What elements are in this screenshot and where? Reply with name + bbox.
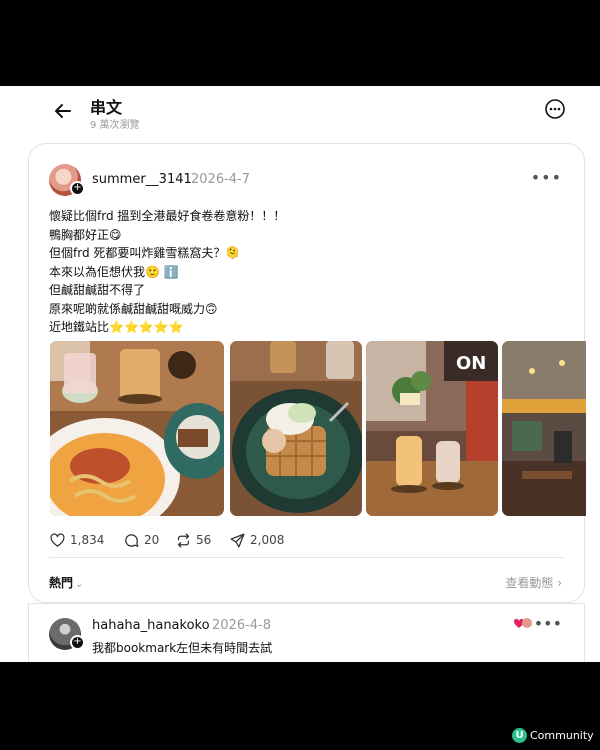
more-options-icon[interactable] [544,98,566,120]
page-title: 串文 [90,98,123,117]
post-actions: 1,834 20 56 2,008 [49,530,549,550]
pasta-and-drinks-photo[interactable] [50,341,224,516]
chevron-down-icon: ⌄ [75,579,84,590]
threads-post-screen: 串文 9 萬次瀏覽 + summer__3141 2026-4-7 ••• 懷疑… [0,86,600,662]
comment-count: 20 [144,533,160,547]
back-arrow-icon[interactable] [50,98,76,124]
post-line: 本來以為佢想伏我🙂 ℹ️ [49,264,179,279]
view-activity-label: 查看動態 [505,576,554,590]
follow-plus-icon[interactable]: + [70,635,85,650]
reply-item: + hahaha_hanakoko 2026-4-8 我都bookmark左但未… [28,604,585,662]
reply-text: 我都bookmark左但未有時間去試 [92,641,273,655]
post-username[interactable]: summer__3141 [92,172,192,187]
sort-dropdown[interactable]: 熱門 ⌄ [49,574,83,591]
post-line: 懷疑比個frd 搵到全港最好食卷卷意粉！！！ [49,209,286,223]
reply-more-icon[interactable]: ••• [534,614,562,633]
post-card: + summer__3141 2026-4-7 ••• 懷疑比個frd 搵到全港… [28,143,586,603]
view-activity-link[interactable]: 查看動態 › [505,574,562,591]
top-black-band [0,0,600,86]
share-button[interactable]: 2,008 [229,530,284,550]
reply-username[interactable]: hahaha_hanakoko [92,618,210,633]
like-count: 1,834 [70,533,105,547]
send-icon [230,532,245,548]
drinks-neon-sign-photo[interactable]: ON [366,341,498,516]
post-date: 2026-4-7 [191,172,251,187]
view-count: 9 萬次瀏覽 [90,120,140,131]
heart-icon [50,532,65,547]
post-line: 但個frd 死都要叫炸雞雪糕窩夫？🫠 [49,246,241,260]
repost-button[interactable]: 56 [175,530,211,550]
divider [49,557,564,558]
repost-count: 56 [196,533,212,547]
chevron-right-icon: › [557,576,562,590]
comment-button[interactable]: 20 [123,530,159,550]
reply-date: 2026-4-8 [212,618,272,633]
comment-bubble-icon [125,533,139,547]
post-line: 但鹹甜鹹甜不得了 [49,283,146,297]
restaurant-interior-photo[interactable] [502,341,586,516]
post-line: 近地鐵站比⭐⭐⭐⭐⭐ [49,320,184,334]
header: 串文 9 萬次瀏覽 [0,86,600,142]
photo-carousel[interactable]: ON [50,341,586,516]
watermark-brand: U Community [512,727,594,743]
post-line: 原來呢啲就係鹹甜鹹甜嘅威力🙃 [49,301,218,316]
brand-logo-icon: U [512,727,527,743]
follow-plus-icon[interactable]: + [70,181,85,196]
liked-by-author-icon [513,618,532,628]
post-more-icon[interactable]: ••• [531,168,562,187]
sort-label: 熱門 [49,576,74,590]
post-line: 鴨胸都好正😋 [49,227,122,242]
repost-icon [177,532,190,548]
share-count: 2,008 [250,533,285,547]
like-button[interactable]: 1,834 [49,530,104,550]
waffle-ice-cream-photo[interactable] [230,341,362,516]
svg-text:ON: ON [456,353,486,374]
brand-text: Community [530,728,594,742]
post-body: 懷疑比個frd 搵到全港最好食卷卷意粉！！！ 鴨胸都好正😋 但個frd 死都要叫… [49,207,549,337]
bottom-black-band [0,662,600,750]
